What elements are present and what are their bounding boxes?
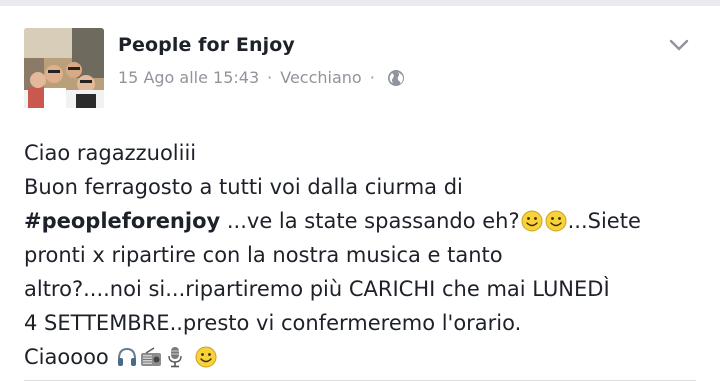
facebook-post: People for Enjoy 15 Ago alle 15:43 · Vec… (0, 6, 720, 384)
post-location[interactable]: Vecchiano (280, 68, 361, 87)
meta-separator: · (267, 68, 273, 87)
post-text-line: Buon ferragosto a tutti voi dalla ciurma… (24, 175, 463, 199)
smiley-icon (521, 208, 543, 232)
post-author[interactable]: People for Enjoy (118, 34, 295, 56)
headphones-icon (116, 344, 138, 366)
post-text-line: #peopleforenjoy ...ve la state spassando… (24, 204, 704, 238)
hashtag-link[interactable]: #peopleforenjoy (24, 209, 220, 233)
post-divider (24, 380, 696, 381)
post-timestamp[interactable]: 15 Ago alle 15:43 (118, 68, 259, 87)
smiley-icon (545, 208, 567, 232)
globe-icon[interactable] (387, 69, 405, 87)
post-meta: 15 Ago alle 15:43 · Vecchiano · (118, 68, 405, 87)
microphone-icon (164, 344, 186, 368)
post-text-segment: ...Siete (567, 209, 641, 233)
radio-icon (140, 344, 162, 366)
post-text-line: pronti x ripartire con la nostra musica … (24, 243, 503, 267)
post-text-line: Ciao ragazzuoliii (24, 141, 197, 165)
post-text-line: altro?....noi si...ripartiremo più CARIC… (24, 277, 610, 301)
chevron-down-icon[interactable] (668, 34, 690, 56)
post-text-segment: ...ve la state spassando eh? (220, 209, 520, 233)
avatar[interactable] (24, 28, 104, 108)
post-text-line: Ciaoooo (24, 340, 704, 374)
post-text-line: 4 SETTEMBRE..presto vi confermeremo l'or… (24, 311, 522, 335)
smiley-icon (195, 344, 217, 368)
post-text: Ciao ragazzuoliii Buon ferragosto a tutt… (24, 136, 704, 374)
post-text-segment: Ciaoooo (24, 345, 116, 369)
meta-separator: · (369, 68, 375, 87)
